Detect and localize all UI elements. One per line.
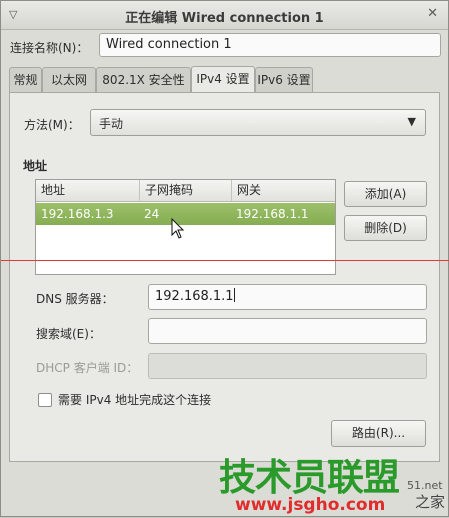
title-bar: ▽ 正在编辑 Wired connection 1 ✕ [1,1,448,30]
text-cursor [233,288,235,302]
add-button[interactable]: 添加(A) [344,181,427,207]
window-title: 正在编辑 Wired connection 1 [125,11,324,26]
dns-input[interactable]: 192.168.1.1 [148,284,427,310]
red-guide-line [1,260,449,261]
dhcp-client-id-input [148,353,427,379]
column-header-address[interactable]: 地址 [36,180,140,202]
dhcp-client-id-label: DHCP 客户端 ID： [36,361,139,375]
routes-button[interactable]: 路由(R)... [331,420,426,447]
column-header-netmask[interactable]: 子网掩码 [140,180,232,202]
method-value: 手动 [99,117,124,131]
tab-ipv6-settings[interactable]: IPv6 设置 [255,67,313,92]
require-ipv4-label[interactable]: 需要 IPv4 地址完成这个连接 [58,391,211,408]
search-domain-input[interactable] [148,318,427,344]
watermark-url: www.jsgho.com [235,495,386,515]
tab-ethernet[interactable]: 以太网 [42,67,96,92]
column-header-gateway[interactable]: 网关 [232,180,335,202]
address-section-title: 地址 [23,159,48,173]
connection-name-label: 连接名称(N)： [10,41,89,55]
cell-address[interactable]: 192.168.1.3 [41,203,114,225]
dialog-window: ▽ 正在编辑 Wired connection 1 ✕ 连接名称(N)： Wir… [0,0,449,517]
tab-8021x-security[interactable]: 802.1X 安全性 [96,67,191,92]
mouse-pointer-icon [171,218,185,239]
method-label: 方法(M)： [24,118,80,132]
table-row[interactable]: 192.168.1.3 24 192.168.1.1 [36,203,335,225]
dropdown-arrow-icon: ▼ [407,115,416,128]
tab-general[interactable]: 常规 [9,67,42,92]
require-ipv4-checkbox[interactable] [38,393,52,407]
delete-button[interactable]: 删除(D) [344,215,427,241]
tab-ipv4-settings[interactable]: IPv4 设置 [191,66,255,93]
cell-netmask[interactable]: 24 [144,203,159,225]
watermark: 技术员联盟 51.net www.jsgho.com 之家 [219,447,449,518]
connection-name-input[interactable]: Wired connection 1 [99,33,441,57]
watermark-side-text: 之家 [415,493,446,511]
watermark-title: 技术员联盟 [219,456,400,499]
dns-value: 192.168.1.1 [155,289,234,304]
dns-label: DNS 服务器： [36,292,114,306]
close-icon[interactable]: ✕ [427,6,438,21]
cell-gateway[interactable]: 192.168.1.1 [236,203,309,225]
method-select[interactable]: 手动 ▼ [90,109,426,136]
search-domain-label: 搜索域(E)： [36,327,101,341]
